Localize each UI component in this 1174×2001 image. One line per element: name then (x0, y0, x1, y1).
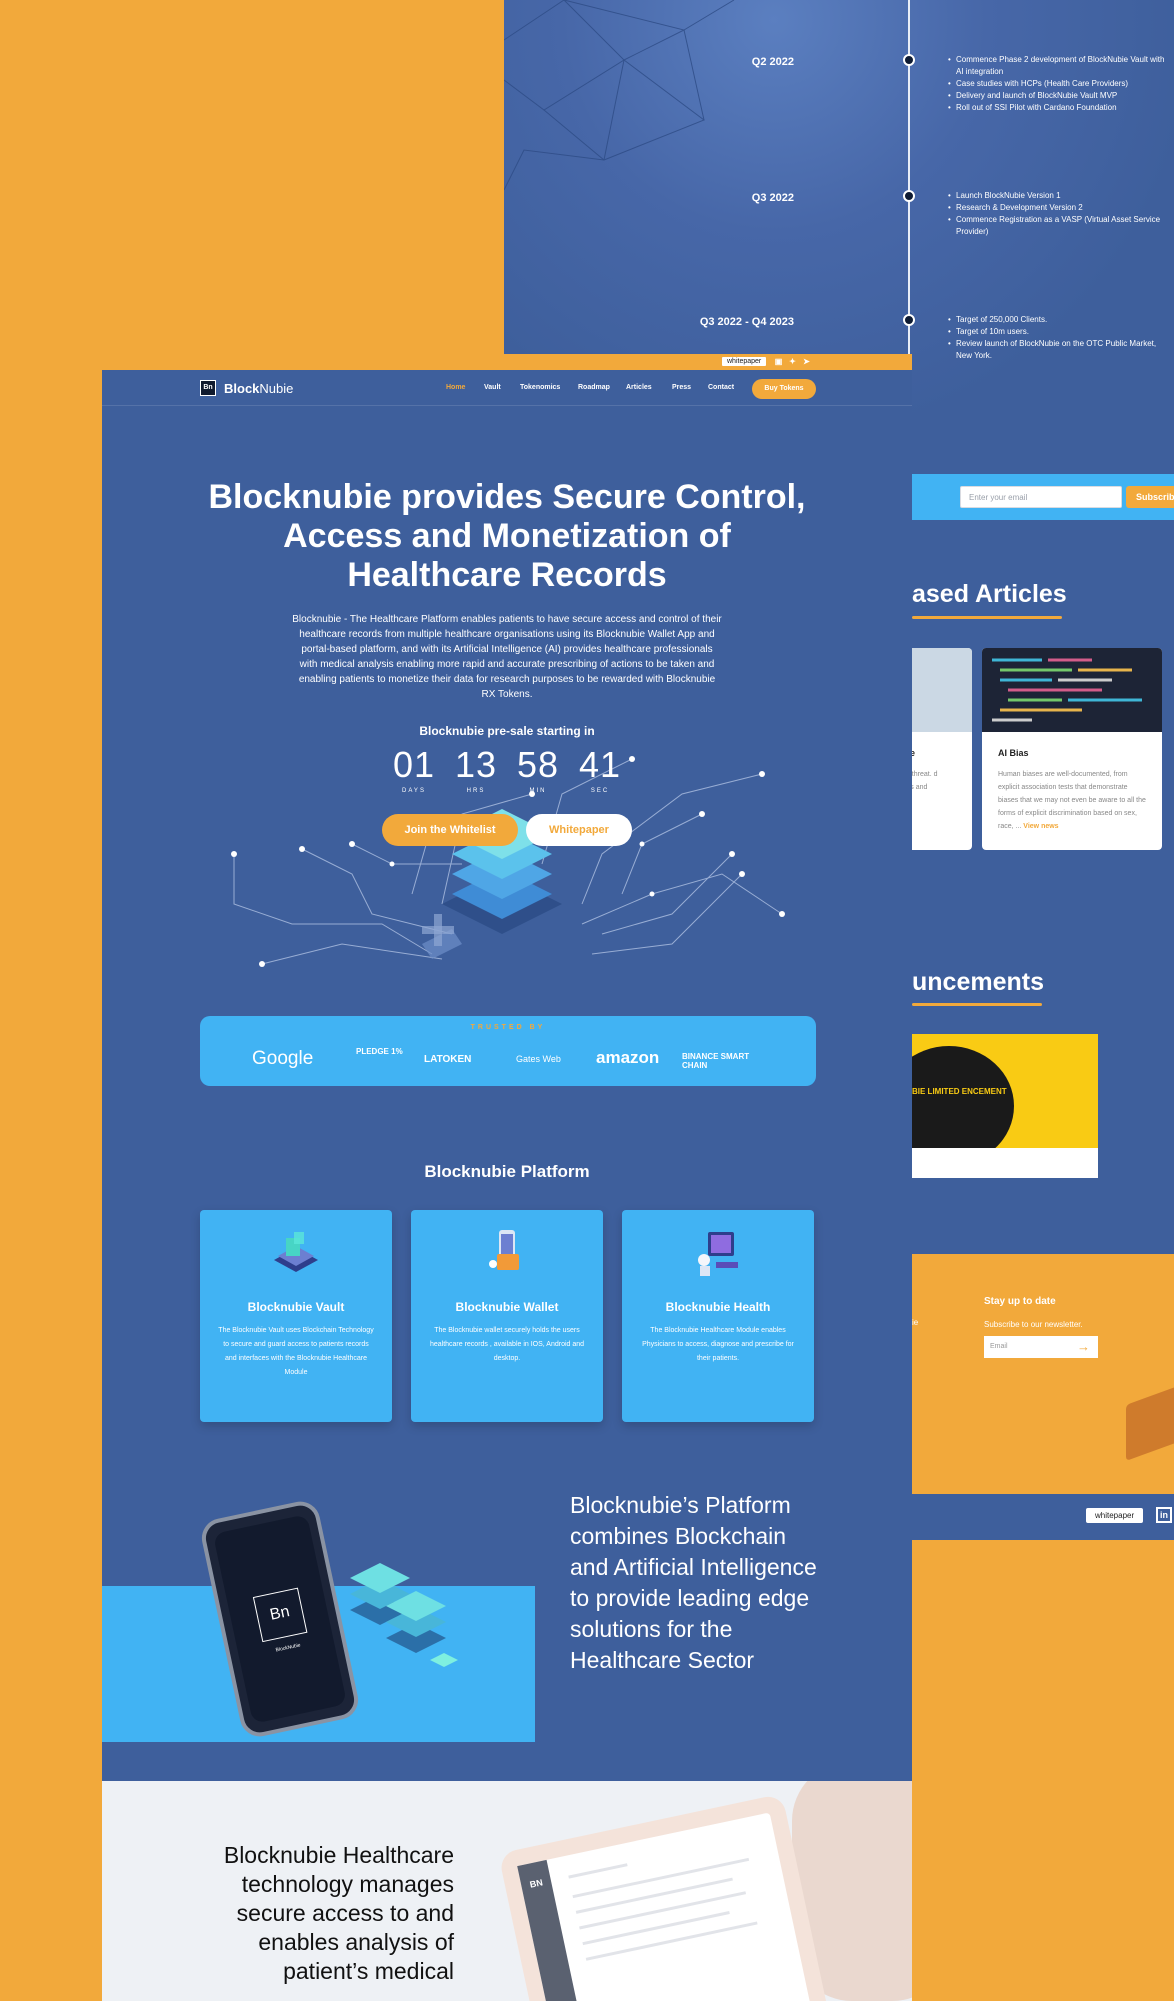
roadmap-bullet: Commence Registration as a VASP (Virtual… (948, 214, 1168, 238)
logo-badge[interactable]: Bn (200, 380, 216, 396)
heading-underline (912, 1003, 1042, 1006)
latoken-logo: LATOKEN (424, 1054, 472, 1065)
linkedin-icon[interactable]: in (1156, 1507, 1172, 1523)
roadmap-bullet: Launch BlockNubie Version 1 (948, 190, 1168, 202)
card-description: The Blocknubie Healthcare Module enables… (642, 1327, 794, 1362)
platform-combines-text: Blocknubie’s Platform combines Blockchai… (570, 1492, 817, 1673)
vault-icon (274, 1232, 318, 1272)
roadmap-bullet: Case studies with HCPs (Health Care Prov… (948, 78, 1168, 90)
card-title: Blocknubie Health (665, 1300, 771, 1314)
hero-description: Blocknubie - The Healthcare Platform ena… (292, 614, 722, 700)
pledge-logo: PLEDGE 1% (356, 1047, 403, 1056)
phone-logo-badge: Bn (252, 1587, 308, 1643)
card-title: Blocknubie Wallet (455, 1300, 559, 1314)
topbar-whitepaper-button[interactable]: whitepaper (722, 357, 767, 366)
wallet-icon (489, 1230, 519, 1270)
nav-roadmap[interactable]: Roadmap (578, 384, 610, 391)
nav-press[interactable]: Press (672, 384, 691, 391)
laptop-illustration (1126, 1383, 1174, 1461)
phone-logo-text: BlockNubie (275, 1642, 302, 1654)
wallet-card[interactable]: Blocknubie Wallet The Blocknubie wallet … (411, 1210, 603, 1422)
timeline-dot (903, 314, 915, 326)
nav-contact[interactable]: Contact (708, 384, 734, 391)
platform-section-title: Blocknubie Platform (424, 1162, 590, 1181)
roadmap-bullet: Target of 250,000 Clients. (948, 314, 1168, 326)
countdown-days: 01 DAYS (392, 744, 436, 794)
countdown-seconds: 41 SEC (578, 744, 622, 794)
nav-articles[interactable]: Articles (626, 384, 652, 391)
telegram-icon[interactable]: ➤ (802, 357, 811, 366)
trusted-by-bar: TRUSTED BY Google PLEDGE 1% LATOKEN Gate… (200, 1016, 816, 1086)
nav-tokenomics[interactable]: Tokenomics (520, 384, 560, 391)
nav-home[interactable]: Home (446, 384, 465, 391)
linkedin-icon[interactable]: ▣ (774, 357, 783, 366)
twitter-icon[interactable]: ✦ (788, 357, 797, 366)
code-screen-image (982, 648, 1162, 732)
newsletter-email-input[interactable]: Enter your email (960, 486, 1122, 508)
tablet-illustration: BN (498, 1793, 832, 2001)
whitepaper-button[interactable]: Whitepaper (526, 814, 632, 846)
roadmap-label: Q2 2022 (751, 56, 794, 68)
tablet-sidebar: BN (517, 1859, 590, 2001)
top-utility-bar: whitepaper ▣ ✦ ➤ (102, 354, 912, 370)
roadmap-bullet: Review launch of BlockNubie on the OTC P… (948, 338, 1168, 362)
server-cluster-illustration (350, 1563, 458, 1667)
code-lines (992, 658, 1142, 722)
countdown-hours: 13 HRS (454, 744, 498, 794)
roadmap-list: Target of 250,000 Clients. Target of 10m… (948, 314, 1168, 362)
view-news-link[interactable]: View news (1023, 823, 1058, 830)
stay-up-to-date-title: Stay up to date (984, 1296, 1056, 1307)
roadmap-bullet: Commence Phase 2 development of BlockNub… (948, 54, 1168, 78)
announcement-image-text: BIE LIMITED ENCEMENT (912, 1087, 1007, 1096)
vault-card[interactable]: Blocknubie Vault The Blocknubie Vault us… (200, 1210, 392, 1422)
roadmap-label: Q3 2022 (751, 192, 794, 204)
amazon-logo: amazon (596, 1048, 660, 1067)
join-whitelist-button[interactable]: Join the Whitelist (382, 814, 518, 846)
card-title: Blocknubie Vault (247, 1300, 345, 1314)
health-card[interactable]: Blocknubie Health The Blocknubie Healthc… (622, 1210, 814, 1422)
subscribe-button[interactable]: Subscribe (1126, 486, 1174, 508)
binance-logo: BINANCE SMART CHAIN (682, 1052, 750, 1070)
announcement-card-footer (912, 1148, 1098, 1178)
footer-text-fragment: ie (912, 1318, 919, 1327)
footer-email-placeholder: Email (990, 1343, 1008, 1350)
article-card-ai-bias[interactable]: AI Bias Human biases are well-documented… (982, 648, 1162, 850)
healthcare-tech-section: Blocknubie Healthcare technology manages… (102, 1781, 912, 2001)
arrow-right-icon[interactable]: → (1077, 1339, 1090, 1354)
nav-vault[interactable]: Vault (484, 384, 501, 391)
tablet-screen: BN (517, 1812, 813, 2001)
countdown-minutes: 58 MIN (516, 744, 560, 794)
healthcare-tech-text: Blocknubie Healthcare technology manages… (223, 1842, 454, 1984)
logo-wordmark[interactable]: BlockNubie (224, 381, 293, 396)
stay-up-to-date-subtitle: Subscribe to our newsletter. (984, 1320, 1083, 1329)
main-navbar: Bn BlockNubie Home Vault Tokenomics Road… (102, 370, 912, 406)
heading-underline (912, 616, 1062, 619)
buy-tokens-button[interactable]: Buy Tokens (752, 379, 816, 399)
article-excerpt: Human biases are well-documented, from e… (998, 771, 1146, 830)
footer-whitepaper-button[interactable]: whitepaper (1086, 1508, 1144, 1523)
roadmap-list: Launch BlockNubie Version 1 Research & D… (948, 190, 1168, 238)
google-logo: Google (252, 1048, 314, 1069)
roadmap-label: Q3 2022 - Q4 2023 (699, 316, 794, 328)
trusted-by-label: TRUSTED BY (470, 1024, 546, 1031)
articles-heading: ased Articles (912, 580, 1067, 608)
roadmap-bullet: Research & Development Version 2 (948, 202, 1168, 214)
announcements-heading: uncements (912, 968, 1044, 996)
timeline-dot (903, 54, 915, 66)
presale-label: Blocknubie pre-sale starting in (419, 724, 595, 738)
front-page-preview: whitepaper ▣ ✦ ➤ Bn BlockNubie Home Vaul… (102, 354, 912, 2001)
hero-title: Blocknubie provides Secure Control, Acce… (208, 478, 806, 594)
roadmap-bullet: Delivery and launch of BlockNubie Vault … (948, 90, 1168, 102)
card-description: The Blocknubie Vault uses Blockchain Tec… (218, 1327, 374, 1376)
roadmap-list: Commence Phase 2 development of BlockNub… (948, 54, 1168, 114)
roadmap-bullet: Target of 10m users. (948, 326, 1168, 338)
card-description: The Blocknubie wallet securely holds the… (429, 1327, 585, 1362)
tablet-content-lines (517, 1812, 769, 1961)
article-title: AI Bias (998, 748, 1029, 758)
health-icon (698, 1232, 738, 1276)
footer-email-input[interactable]: Email → (984, 1336, 1098, 1358)
gates-web-logo: Gates Web (516, 1054, 561, 1064)
timeline-dot (903, 190, 915, 202)
roadmap-bullet: Roll out of SSI Pilot with Cardano Found… (948, 102, 1168, 114)
